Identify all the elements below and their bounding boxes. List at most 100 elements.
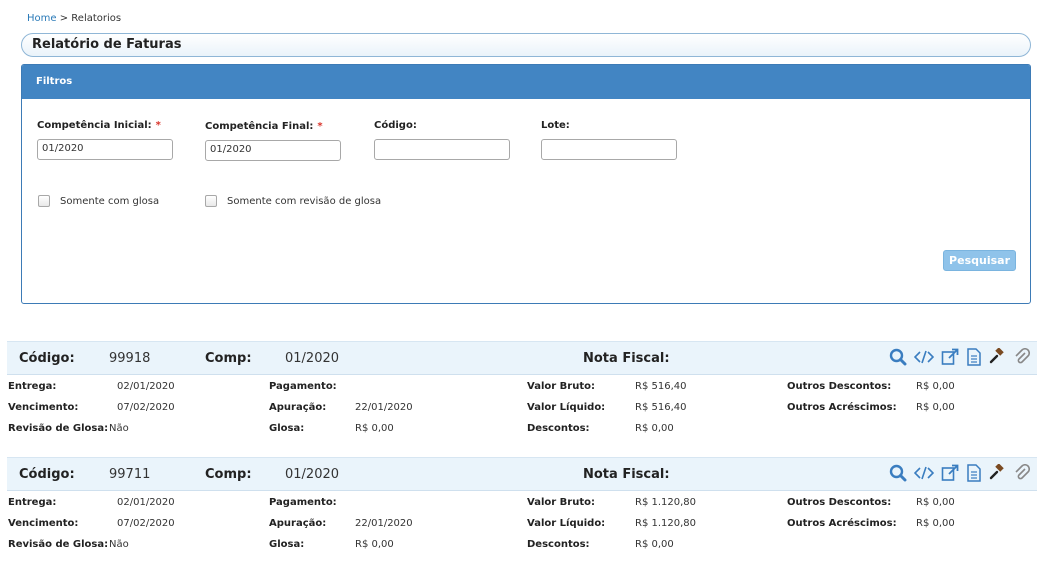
- breadcrumb-separator: >: [59, 13, 69, 24]
- comp-label: Comp:: [205, 351, 252, 366]
- competencia-final-input[interactable]: 01/2020: [205, 140, 341, 161]
- descontos-value: R$ 0,00: [635, 423, 674, 434]
- competencia-final-label: Competência Final: *: [205, 121, 341, 132]
- action-icons: [889, 347, 1037, 370]
- codigo-label: Código:: [374, 120, 417, 131]
- apuracao-label: Apuração:: [269, 518, 327, 529]
- entrega-label: Entrega:: [8, 497, 57, 508]
- lote-input[interactable]: [541, 139, 677, 160]
- vencimento-value: 07/02/2020: [117, 402, 175, 413]
- outros-descontos-value: R$ 0,00: [916, 497, 955, 508]
- external-link-icon[interactable]: [941, 464, 959, 486]
- entrega-label: Entrega:: [8, 381, 57, 392]
- outros-descontos-label: Outros Descontos:: [787, 381, 892, 392]
- valor-bruto-value: R$ 1.120,80: [635, 497, 697, 508]
- paperclip-icon[interactable]: [1014, 463, 1031, 486]
- breadcrumb-home-link[interactable]: Home: [27, 13, 57, 24]
- comp-value: 01/2020: [285, 467, 340, 482]
- somente-glosa-checkbox[interactable]: Somente com glosa: [38, 195, 159, 207]
- competencia-final-label-text: Competência Final:: [205, 121, 314, 132]
- glosa-value: R$ 0,00: [355, 423, 394, 434]
- gavel-icon[interactable]: [989, 347, 1007, 370]
- somente-revisao-glosa-label: Somente com revisão de glosa: [227, 195, 382, 207]
- search-icon[interactable]: [889, 464, 907, 486]
- lote-field: Lote:: [541, 120, 677, 160]
- search-icon[interactable]: [889, 348, 907, 370]
- competencia-final-field: Competência Final: * 01/2020: [205, 121, 341, 161]
- breadcrumb: Home > Relatorios: [27, 13, 121, 24]
- nota-fiscal-label: Nota Fiscal:: [583, 467, 670, 482]
- apuracao-value: 22/01/2020: [355, 518, 413, 529]
- descontos-value: R$ 0,00: [635, 539, 674, 550]
- entrega-value: 02/01/2020: [117, 381, 175, 392]
- valor-liquido-value: R$ 1.120,80: [635, 518, 697, 529]
- vencimento-label: Vencimento:: [8, 518, 79, 529]
- invoice-card: Código: 99711 Comp: 01/2020 Nota Fiscal:…: [7, 457, 1037, 556]
- codigo-label: Código:: [19, 467, 75, 482]
- checkbox-box[interactable]: [38, 195, 50, 207]
- action-icons: [889, 463, 1037, 486]
- filters-panel: Filtros Competência Inicial: * 01/2020 Co…: [21, 64, 1031, 304]
- vencimento-value: 07/02/2020: [117, 518, 175, 529]
- competencia-inicial-input[interactable]: 01/2020: [37, 139, 173, 160]
- revisao-glosa-value: Não: [109, 539, 129, 550]
- codigo-label: Código:: [19, 351, 75, 366]
- glosa-value: R$ 0,00: [355, 539, 394, 550]
- valor-bruto-label: Valor Bruto:: [527, 497, 595, 508]
- competencia-inicial-label-text: Competência Inicial:: [37, 120, 152, 131]
- required-marker: *: [317, 121, 323, 132]
- required-marker: *: [155, 120, 161, 131]
- paperclip-icon[interactable]: [1014, 347, 1031, 370]
- invoice-card-body: Entrega: 02/01/2020 Pagamento: Valor Bru…: [7, 375, 1037, 440]
- lote-label: Lote:: [541, 120, 570, 131]
- pagamento-label: Pagamento:: [269, 497, 337, 508]
- revisao-glosa-label: Revisão de Glosa:: [8, 423, 109, 434]
- outros-acrescimos-label: Outros Acréscimos:: [787, 402, 897, 413]
- entrega-value: 02/01/2020: [117, 497, 175, 508]
- somente-revisao-glosa-checkbox[interactable]: Somente com revisão de glosa: [205, 195, 381, 207]
- descontos-label: Descontos:: [527, 539, 590, 550]
- outros-acrescimos-label: Outros Acréscimos:: [787, 518, 897, 529]
- external-link-icon[interactable]: [941, 348, 959, 370]
- pagamento-label: Pagamento:: [269, 381, 337, 392]
- vencimento-label: Vencimento:: [8, 402, 79, 413]
- code-icon[interactable]: [913, 465, 935, 485]
- apuracao-value: 22/01/2020: [355, 402, 413, 413]
- codigo-input[interactable]: [374, 139, 510, 160]
- glosa-label: Glosa:: [269, 539, 305, 550]
- codigo-value: 99918: [109, 351, 151, 366]
- apuracao-label: Apuração:: [269, 402, 327, 413]
- revisao-glosa-value: Não: [109, 423, 129, 434]
- comp-label: Comp:: [205, 467, 252, 482]
- glosa-label: Glosa:: [269, 423, 305, 434]
- document-icon[interactable]: [966, 348, 982, 370]
- valor-bruto-label: Valor Bruto:: [527, 381, 595, 392]
- competencia-inicial-label: Competência Inicial: *: [37, 120, 173, 131]
- invoice-card-header: Código: 99711 Comp: 01/2020 Nota Fiscal:: [7, 457, 1037, 491]
- invoice-card-header: Código: 99918 Comp: 01/2020 Nota Fiscal:: [7, 341, 1037, 375]
- revisao-glosa-label: Revisão de Glosa:: [8, 539, 109, 550]
- checkbox-box[interactable]: [205, 195, 217, 207]
- valor-liquido-value: R$ 516,40: [635, 402, 687, 413]
- nota-fiscal-label: Nota Fiscal:: [583, 351, 670, 366]
- codigo-value: 99711: [109, 467, 151, 482]
- outros-acrescimos-value: R$ 0,00: [916, 518, 955, 529]
- invoice-card-body: Entrega: 02/01/2020 Pagamento: Valor Bru…: [7, 491, 1037, 556]
- valor-bruto-value: R$ 516,40: [635, 381, 687, 392]
- document-icon[interactable]: [966, 464, 982, 486]
- competencia-inicial-field: Competência Inicial: * 01/2020: [37, 120, 173, 160]
- outros-descontos-value: R$ 0,00: [916, 381, 955, 392]
- valor-liquido-label: Valor Líquido:: [527, 518, 606, 529]
- pesquisar-button[interactable]: Pesquisar: [943, 250, 1016, 271]
- invoice-card: Código: 99918 Comp: 01/2020 Nota Fiscal:…: [7, 341, 1037, 440]
- breadcrumb-current: Relatorios: [71, 13, 122, 24]
- gavel-icon[interactable]: [989, 463, 1007, 486]
- somente-glosa-label: Somente com glosa: [60, 195, 160, 207]
- page-title: Relatório de Faturas: [21, 33, 1031, 57]
- code-icon[interactable]: [913, 349, 935, 369]
- valor-liquido-label: Valor Líquido:: [527, 402, 606, 413]
- outros-acrescimos-value: R$ 0,00: [916, 402, 955, 413]
- descontos-label: Descontos:: [527, 423, 590, 434]
- comp-value: 01/2020: [285, 351, 340, 366]
- filters-header: Filtros: [22, 65, 1030, 99]
